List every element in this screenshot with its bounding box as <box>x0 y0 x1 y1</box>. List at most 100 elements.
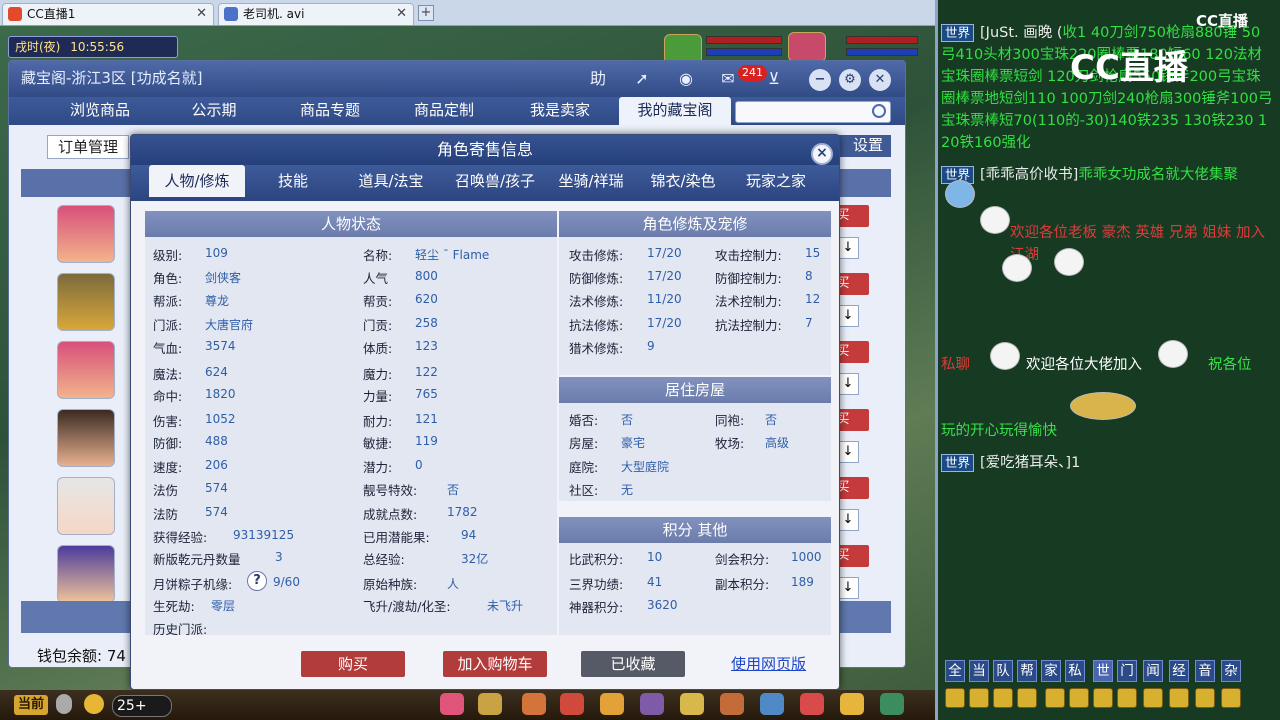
stat-label: 体质: <box>363 341 393 356</box>
channel-trade-button[interactable]: 经 <box>1169 660 1189 682</box>
microphone-icon[interactable] <box>56 694 72 714</box>
stat-value: 620 <box>415 292 438 306</box>
lock-icon[interactable] <box>1093 688 1113 708</box>
close-icon[interactable]: ✕ <box>869 69 891 91</box>
stat-value: 尊龙 <box>205 294 230 308</box>
stat-label: 法伤 <box>153 483 179 498</box>
record-icon[interactable]: ◉ <box>673 67 699 91</box>
minimize-button[interactable]: − <box>809 69 831 91</box>
stat-value: 0 <box>415 458 423 472</box>
emote-icon[interactable] <box>880 693 904 715</box>
search-icon[interactable] <box>872 104 886 118</box>
emote-icon[interactable] <box>840 693 864 715</box>
tab-player-home[interactable]: 玩家之家 <box>729 165 823 197</box>
sticker-icon <box>1158 340 1188 368</box>
tab-summons[interactable]: 召唤兽/孩子 <box>441 165 549 197</box>
help-icon[interactable]: ? <box>247 571 267 591</box>
panel-title: 居住房屋 <box>559 377 831 403</box>
stat-label: 生死劫: <box>153 599 195 614</box>
arrow-down-icon[interactable] <box>993 688 1013 708</box>
current-channel-button[interactable]: 当前 <box>14 695 48 715</box>
add-to-cart-button[interactable]: 加入购物车 <box>443 651 547 677</box>
nav-publicity[interactable]: 公示期 <box>159 97 269 125</box>
emote-icon[interactable] <box>800 693 824 715</box>
order-management-button[interactable]: 订单管理 <box>47 135 129 159</box>
channel-team-button[interactable]: 队 <box>993 660 1013 682</box>
tab-items[interactable]: 道具/法宝 <box>343 165 439 197</box>
channel-guild-button[interactable]: 帮 <box>1017 660 1037 682</box>
emoji-icon[interactable] <box>84 694 104 714</box>
message-icon[interactable]: ✉ <box>715 67 741 91</box>
stat-label: 婚否: <box>569 413 599 428</box>
item-avatar <box>57 341 115 399</box>
copy-icon[interactable] <box>1045 688 1065 708</box>
channel-sect-button[interactable]: 门 <box>1117 660 1137 682</box>
emote-icon[interactable] <box>560 693 584 715</box>
item-avatar <box>57 205 115 263</box>
sender-name[interactable]: [乖乖高价收书] <box>980 167 1078 183</box>
gear-icon[interactable]: ⚙ <box>839 69 861 91</box>
channel-family-button[interactable]: 家 <box>1041 660 1061 682</box>
cart-icon[interactable]: ⊻ <box>761 67 787 91</box>
arrow-left-icon[interactable] <box>945 688 965 708</box>
expand-arrow-icon[interactable]: ↓ <box>837 509 859 531</box>
web-version-link[interactable]: 使用网页版 <box>731 653 806 674</box>
channel-misc-button[interactable]: 杂 <box>1221 660 1241 682</box>
sender-name[interactable]: [爱吃猪耳朵、]1 <box>980 455 1080 471</box>
expand-arrow-icon[interactable]: ↓ <box>837 441 859 463</box>
expand-arrow-icon[interactable]: ↓ <box>837 577 859 599</box>
new-tab-button[interactable]: + <box>418 5 434 21</box>
list-icon[interactable] <box>1195 688 1215 708</box>
emote-icon[interactable] <box>720 693 744 715</box>
expand-arrow-icon[interactable]: ↓ <box>837 305 859 327</box>
channel-news-button[interactable]: 闻 <box>1143 660 1163 682</box>
close-tab-icon[interactable]: ✕ <box>196 4 207 24</box>
expand-arrow-icon[interactable]: ↓ <box>837 237 859 259</box>
emote-icon[interactable] <box>760 693 784 715</box>
nav-custom[interactable]: 商品定制 <box>389 97 499 125</box>
item-avatar <box>57 477 115 535</box>
tab-outfits[interactable]: 锦衣/染色 <box>635 165 731 197</box>
grid-icon[interactable] <box>1069 688 1089 708</box>
emote-icon[interactable] <box>640 693 664 715</box>
nav-seller[interactable]: 我是卖家 <box>505 97 615 125</box>
channel-private-button[interactable]: 私 <box>1065 660 1085 682</box>
nav-browse[interactable]: 浏览商品 <box>45 97 155 125</box>
emote-icon[interactable] <box>600 693 624 715</box>
close-icon[interactable]: × <box>811 143 833 165</box>
tab-mounts[interactable]: 坐骑/祥瑞 <box>543 165 639 197</box>
browser-tab-cc-live[interactable]: CC直播1 ✕ <box>2 3 214 25</box>
emote-icon[interactable] <box>440 693 464 715</box>
channel-all-button[interactable]: 全 <box>945 660 965 682</box>
channel-voice-button[interactable]: 音 <box>1195 660 1215 682</box>
buy-button[interactable]: 购买 <box>301 651 405 677</box>
close-tab-icon[interactable]: ✕ <box>396 4 407 24</box>
channel-world-button[interactable]: 世 <box>1093 660 1113 682</box>
nav-my-pavilion[interactable]: 我的藏宝阁 <box>619 97 731 125</box>
emote-icon[interactable] <box>522 693 546 715</box>
arrow-right-icon[interactable] <box>1017 688 1037 708</box>
edit-icon[interactable] <box>1117 688 1137 708</box>
search-input[interactable] <box>735 101 891 123</box>
stat-label: 月饼粽子机缘: <box>153 577 233 592</box>
sender-name[interactable]: [JuSt. 画晚 ( <box>980 25 1063 41</box>
expand-arrow-icon[interactable]: ↓ <box>837 373 859 395</box>
tab-character[interactable]: 人物/修炼 <box>149 165 245 197</box>
collapse-icon[interactable] <box>1221 688 1241 708</box>
favorited-button[interactable]: 已收藏 <box>581 651 685 677</box>
arrow-up-icon[interactable] <box>969 688 989 708</box>
tab-skills[interactable]: 技能 <box>251 165 335 197</box>
chat-bubble-icon[interactable] <box>1169 688 1189 708</box>
stat-value: 15 <box>805 246 821 260</box>
help-button[interactable]: 助 <box>585 67 611 91</box>
emote-icon[interactable] <box>478 693 502 715</box>
player-avatar[interactable] <box>788 32 826 62</box>
share-icon[interactable]: ➚ <box>629 67 655 91</box>
emote-icon[interactable] <box>680 693 704 715</box>
stat-value: 无 <box>621 483 634 497</box>
browser-tab-video[interactable]: 老司机. avi ✕ <box>218 3 414 25</box>
nav-topics[interactable]: 商品专题 <box>275 97 385 125</box>
window-icon[interactable] <box>1143 688 1163 708</box>
channel-current-button[interactable]: 当 <box>969 660 989 682</box>
stat-label: 猎术修炼: <box>569 341 624 356</box>
